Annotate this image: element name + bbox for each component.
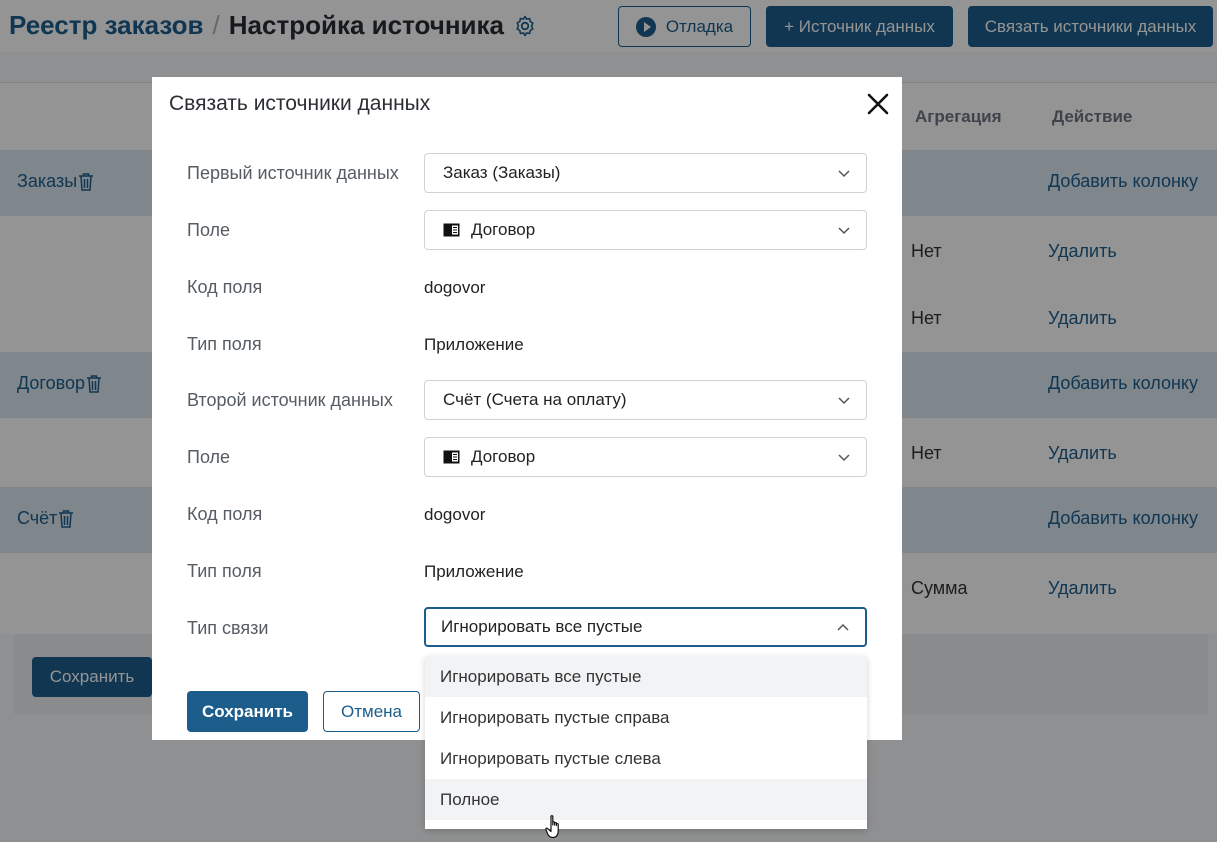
field1-select[interactable]: Договор bbox=[424, 210, 867, 250]
type1-value: Приложение bbox=[424, 335, 524, 354]
code1-value: dogovor bbox=[424, 278, 486, 297]
first-source-label: Первый источник данных bbox=[187, 163, 399, 183]
dropdown-option-ignore-empty-right[interactable]: Игнорировать пустые справа bbox=[425, 697, 867, 738]
type2-value: Приложение bbox=[424, 562, 524, 581]
modal-title: Связать источники данных bbox=[169, 92, 431, 115]
dropdown-option-ignore-empty-left[interactable]: Игнорировать пустые слева bbox=[425, 738, 867, 779]
first-source-value: Заказ (Заказы) bbox=[443, 163, 561, 182]
dropdown-option-full[interactable]: Полное bbox=[425, 779, 867, 820]
chevron-down-icon bbox=[838, 170, 850, 178]
save-button[interactable]: Сохранить bbox=[187, 691, 308, 732]
field1-value: Договор bbox=[471, 220, 536, 239]
field2-value: Договор bbox=[471, 447, 536, 466]
code1-label: Код поля bbox=[187, 277, 263, 297]
cancel-button[interactable]: Отмена bbox=[323, 691, 420, 732]
link-type-label: Тип связи bbox=[187, 618, 269, 638]
second-source-select[interactable]: Счёт (Счета на оплату) bbox=[424, 380, 867, 420]
chevron-down-icon bbox=[838, 227, 850, 235]
type2-label: Тип поля bbox=[187, 561, 262, 581]
first-source-select[interactable]: Заказ (Заказы) bbox=[424, 153, 867, 193]
chevron-down-icon bbox=[838, 454, 850, 462]
link-sources-modal: Связать источники данных Первый источник… bbox=[152, 77, 902, 740]
type1-label: Тип поля bbox=[187, 334, 262, 354]
hand-cursor-icon bbox=[545, 815, 559, 839]
close-icon[interactable] bbox=[867, 93, 889, 115]
book-icon bbox=[443, 450, 460, 464]
link-type-select[interactable]: Игнорировать все пустые bbox=[424, 607, 867, 647]
field2-select[interactable]: Договор bbox=[424, 437, 867, 477]
code2-value: dogovor bbox=[424, 505, 486, 524]
field1-label: Поле bbox=[187, 220, 231, 240]
book-icon bbox=[443, 223, 460, 237]
second-source-label: Второй источник данных bbox=[187, 390, 393, 410]
code2-label: Код поля bbox=[187, 504, 263, 524]
field2-label: Поле bbox=[187, 447, 231, 467]
chevron-down-icon bbox=[838, 397, 850, 405]
link-type-dropdown: Игнорировать все пустые Игнорировать пус… bbox=[425, 656, 867, 829]
dropdown-option-ignore-all-empty[interactable]: Игнорировать все пустые bbox=[425, 656, 867, 697]
chevron-up-icon bbox=[837, 623, 849, 631]
link-type-value: Игнорировать все пустые bbox=[441, 617, 643, 636]
second-source-value: Счёт (Счета на оплату) bbox=[443, 390, 627, 409]
